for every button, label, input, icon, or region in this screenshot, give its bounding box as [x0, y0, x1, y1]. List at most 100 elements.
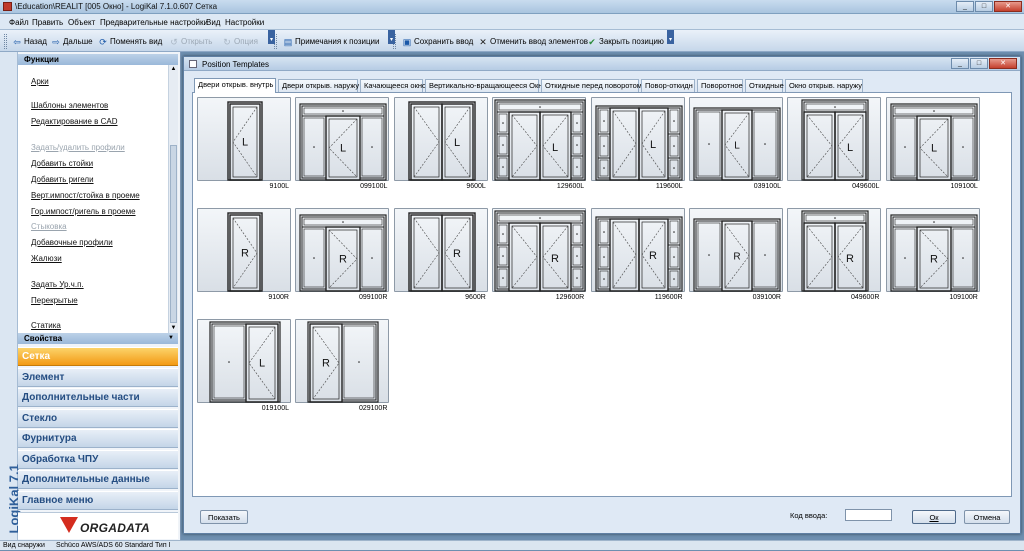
template-tile[interactable]: R 9600R [393, 208, 488, 303]
forward-button[interactable]: ⇨ Дальше [51, 35, 92, 48]
nav-additional-data[interactable]: Дополнительные данные [18, 470, 178, 489]
scroll-thumb[interactable] [170, 145, 177, 323]
close-position-button[interactable]: ✔ Закрыть позицию [587, 35, 664, 48]
tab-doors-outward[interactable]: Двери открыв. наружу [278, 79, 359, 92]
maximize-button[interactable]: □ [975, 1, 993, 12]
function-vertical-mullion[interactable]: Верт.импост/стойка в проеме [31, 191, 140, 200]
toolbar-overflow-chevron[interactable]: ▾ [388, 30, 395, 44]
menu-object[interactable]: Объект [68, 18, 95, 27]
nav-glass[interactable]: Стекло [18, 409, 178, 428]
menu-view[interactable]: Вид [206, 18, 220, 27]
template-preview[interactable]: L [393, 97, 488, 181]
cancel-button[interactable]: Отмена [964, 510, 1010, 524]
save-input-button[interactable]: ▣ Сохранить ввод [402, 35, 474, 48]
open-button[interactable]: ↺ Открыть [169, 35, 212, 48]
template-preview[interactable]: L [590, 97, 685, 181]
template-tile[interactable]: L 9100L [197, 97, 291, 192]
nav-additional-parts[interactable]: Дополнительные части [18, 388, 178, 407]
scroll-down-arrow-icon[interactable]: ▼ [170, 324, 177, 332]
change-view-button[interactable]: ⟳ Поменять вид [98, 35, 162, 48]
option-button[interactable]: ↻ Опция [222, 35, 258, 48]
function-statics[interactable]: Статика [31, 321, 61, 330]
template-tile[interactable]: L 9600L [393, 97, 488, 192]
function-add-transoms[interactable]: Добавить ригели [31, 175, 94, 184]
tab-swing-window[interactable]: Качающееся окно [360, 79, 426, 92]
functions-scrollbar[interactable]: ▲ ▼ [168, 65, 178, 333]
template-preview[interactable]: R [885, 208, 980, 292]
function-blinds[interactable]: Жалюзи [31, 254, 62, 263]
nav-element[interactable]: Элемент [18, 368, 178, 387]
nav-cnc[interactable]: Обработка ЧПУ [18, 450, 178, 469]
template-tile[interactable]: L 049600L [787, 97, 882, 192]
dialog-maximize-button[interactable]: □ [970, 58, 988, 69]
template-preview[interactable]: L [787, 97, 882, 181]
template-preview[interactable]: R [787, 208, 882, 292]
template-preview[interactable]: L [197, 319, 291, 403]
functions-header[interactable]: Функции [18, 54, 178, 65]
tab-window-outward[interactable]: Окно открыв. наружу [785, 79, 863, 92]
tab-vertical-pivot-window[interactable]: Вертикально-вращающееся Окно [425, 79, 547, 92]
tab-turn-tilt[interactable]: Повор-откидн [641, 79, 695, 92]
toolbar-overflow-chevron[interactable]: ▾ [268, 30, 275, 44]
menu-presets[interactable]: Предварительные настройки [100, 18, 208, 27]
nav-main-menu[interactable]: Главное меню [18, 491, 178, 510]
template-preview[interactable]: R [590, 208, 685, 292]
menu-file[interactable]: Файл [9, 18, 29, 27]
function-horizontal-mullion[interactable]: Гор.импост/ригель в проеме [31, 207, 136, 216]
back-button[interactable]: ⇦ Назад [12, 35, 47, 48]
function-element-templates[interactable]: Шаблоны элементов [31, 101, 108, 110]
minimize-button[interactable]: _ [956, 1, 974, 12]
template-tile[interactable]: R 029100R [295, 319, 390, 414]
function-set-level[interactable]: Задать Ур.ч.п. [31, 280, 84, 289]
menu-settings[interactable]: Настройки [225, 18, 264, 27]
show-button[interactable]: Показать [200, 510, 248, 524]
template-tile[interactable]: L 019100L [197, 319, 291, 414]
template-tile[interactable]: R 129600R [492, 208, 587, 303]
template-preview[interactable]: R [295, 208, 390, 292]
template-preview[interactable]: R [492, 208, 587, 292]
scroll-up-arrow-icon[interactable]: ▲ [170, 65, 177, 73]
cancel-input-button[interactable]: ✕ Отменить ввод элементов [478, 35, 588, 48]
ok-button[interactable]: Ок [912, 510, 956, 524]
template-preview[interactable]: L [197, 97, 291, 181]
toolbar-overflow-chevron[interactable]: ▾ [667, 30, 674, 44]
nav-grid[interactable]: Сетка [18, 347, 178, 366]
dialog-minimize-button[interactable]: _ [951, 58, 969, 69]
notes-button[interactable]: ▤ Примечания к позиции [283, 35, 380, 48]
function-add-posts[interactable]: Добавить стойки [31, 159, 93, 168]
template-tile[interactable]: R 9100R [197, 208, 291, 303]
template-preview[interactable]: R [295, 319, 390, 403]
template-tile[interactable]: R 099100R [295, 208, 390, 303]
template-tile[interactable]: L 039100L [689, 97, 783, 192]
tab-doors-inward[interactable]: Двери открыв. внутрь [194, 78, 276, 93]
properties-header[interactable]: Свойства ▼ [18, 333, 178, 344]
tab-tilt-before-turn[interactable]: Откидные перед поворотом [541, 79, 642, 92]
nav-hardware[interactable]: Фурнитура [18, 429, 178, 448]
tab-tilt[interactable]: Откидные [745, 79, 784, 92]
template-tile[interactable]: R 109100R [885, 208, 980, 303]
template-tile[interactable]: R 049600R [787, 208, 882, 303]
template-tile[interactable]: L 109100L [885, 97, 980, 192]
function-cad-edit[interactable]: Редактирование в CAD [31, 117, 118, 126]
template-tile[interactable]: R 039100R [689, 208, 783, 303]
template-preview[interactable]: L [492, 97, 587, 181]
function-overlapped[interactable]: Перекрытые [31, 296, 78, 305]
dialog-close-button[interactable]: ✕ [989, 58, 1017, 69]
template-tile[interactable]: L 129600L [492, 97, 587, 192]
input-code-field[interactable] [845, 509, 892, 521]
template-preview[interactable]: L [885, 97, 980, 181]
template-tile[interactable]: L 099100L [295, 97, 390, 192]
function-additional-profiles[interactable]: Добавочные профили [31, 238, 113, 247]
template-preview[interactable]: L [689, 97, 783, 181]
template-tile[interactable]: R 119600R [590, 208, 685, 303]
template-tile[interactable]: L 119600L [590, 97, 685, 192]
template-preview[interactable]: R [689, 208, 783, 292]
close-button[interactable]: ✕ [994, 1, 1022, 12]
menu-edit[interactable]: Править [32, 18, 63, 27]
template-preview[interactable]: R [197, 208, 291, 292]
template-preview[interactable]: L [295, 97, 390, 181]
template-preview[interactable]: R [393, 208, 488, 292]
function-arches[interactable]: Арки [31, 77, 49, 86]
toolbar-grip[interactable] [4, 34, 7, 49]
tab-turn[interactable]: Поворотное [697, 79, 743, 92]
